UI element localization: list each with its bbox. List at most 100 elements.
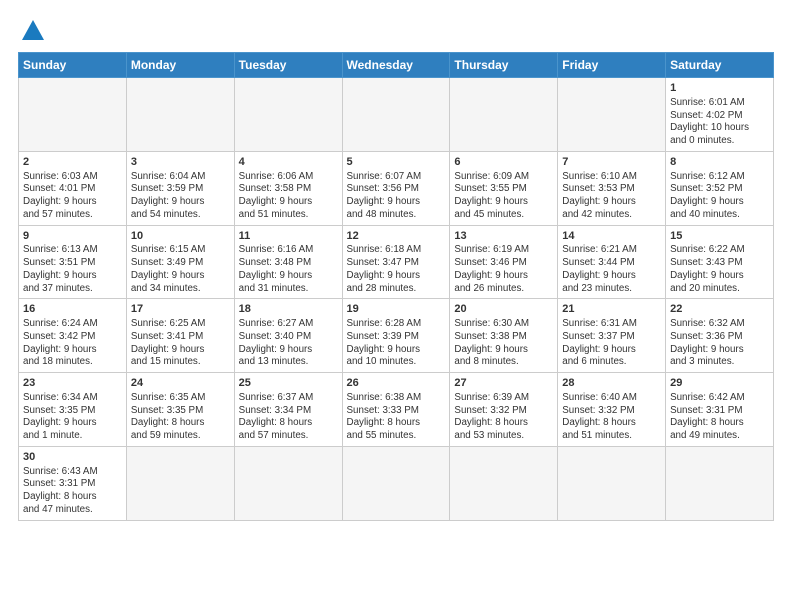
calendar-day-cell: 7Sunrise: 6:10 AM Sunset: 3:53 PM Daylig… — [558, 151, 666, 225]
calendar-day-cell: 10Sunrise: 6:15 AM Sunset: 3:49 PM Dayli… — [126, 225, 234, 299]
calendar-day-cell — [234, 78, 342, 152]
day-info: Sunrise: 6:01 AM Sunset: 4:02 PM Dayligh… — [670, 97, 769, 148]
calendar-day-cell: 6Sunrise: 6:09 AM Sunset: 3:55 PM Daylig… — [450, 151, 558, 225]
day-number: 3 — [131, 155, 230, 170]
day-info: Sunrise: 6:09 AM Sunset: 3:55 PM Dayligh… — [454, 171, 553, 222]
calendar-day-cell: 11Sunrise: 6:16 AM Sunset: 3:48 PM Dayli… — [234, 225, 342, 299]
header — [18, 18, 774, 44]
calendar-day-cell: 8Sunrise: 6:12 AM Sunset: 3:52 PM Daylig… — [666, 151, 774, 225]
calendar-day-cell: 19Sunrise: 6:28 AM Sunset: 3:39 PM Dayli… — [342, 299, 450, 373]
day-info: Sunrise: 6:38 AM Sunset: 3:33 PM Dayligh… — [347, 392, 446, 443]
day-info: Sunrise: 6:35 AM Sunset: 3:35 PM Dayligh… — [131, 392, 230, 443]
day-info: Sunrise: 6:27 AM Sunset: 3:40 PM Dayligh… — [239, 318, 338, 369]
page: SundayMondayTuesdayWednesdayThursdayFrid… — [0, 0, 792, 612]
day-info: Sunrise: 6:06 AM Sunset: 3:58 PM Dayligh… — [239, 171, 338, 222]
calendar-week-row: 23Sunrise: 6:34 AM Sunset: 3:35 PM Dayli… — [19, 373, 774, 447]
day-number: 6 — [454, 155, 553, 170]
day-number: 18 — [239, 302, 338, 317]
day-number: 4 — [239, 155, 338, 170]
day-info: Sunrise: 6:24 AM Sunset: 3:42 PM Dayligh… — [23, 318, 122, 369]
day-info: Sunrise: 6:16 AM Sunset: 3:48 PM Dayligh… — [239, 244, 338, 295]
day-info: Sunrise: 6:40 AM Sunset: 3:32 PM Dayligh… — [562, 392, 661, 443]
day-info: Sunrise: 6:10 AM Sunset: 3:53 PM Dayligh… — [562, 171, 661, 222]
day-info: Sunrise: 6:21 AM Sunset: 3:44 PM Dayligh… — [562, 244, 661, 295]
day-number: 29 — [670, 376, 769, 391]
day-number: 14 — [562, 229, 661, 244]
calendar-week-row: 1Sunrise: 6:01 AM Sunset: 4:02 PM Daylig… — [19, 78, 774, 152]
calendar-day-cell — [126, 446, 234, 520]
day-number: 1 — [670, 81, 769, 96]
calendar-week-row: 30Sunrise: 6:43 AM Sunset: 3:31 PM Dayli… — [19, 446, 774, 520]
day-number: 27 — [454, 376, 553, 391]
calendar-day-cell: 5Sunrise: 6:07 AM Sunset: 3:56 PM Daylig… — [342, 151, 450, 225]
day-number: 30 — [23, 450, 122, 465]
day-info: Sunrise: 6:18 AM Sunset: 3:47 PM Dayligh… — [347, 244, 446, 295]
day-info: Sunrise: 6:28 AM Sunset: 3:39 PM Dayligh… — [347, 318, 446, 369]
day-number: 20 — [454, 302, 553, 317]
calendar-day-cell: 2Sunrise: 6:03 AM Sunset: 4:01 PM Daylig… — [19, 151, 127, 225]
day-info: Sunrise: 6:30 AM Sunset: 3:38 PM Dayligh… — [454, 318, 553, 369]
day-info: Sunrise: 6:32 AM Sunset: 3:36 PM Dayligh… — [670, 318, 769, 369]
calendar-day-cell: 3Sunrise: 6:04 AM Sunset: 3:59 PM Daylig… — [126, 151, 234, 225]
calendar-day-cell: 17Sunrise: 6:25 AM Sunset: 3:41 PM Dayli… — [126, 299, 234, 373]
weekday-header-sunday: Sunday — [19, 53, 127, 78]
day-number: 25 — [239, 376, 338, 391]
calendar-day-cell: 16Sunrise: 6:24 AM Sunset: 3:42 PM Dayli… — [19, 299, 127, 373]
day-info: Sunrise: 6:37 AM Sunset: 3:34 PM Dayligh… — [239, 392, 338, 443]
calendar-day-cell: 15Sunrise: 6:22 AM Sunset: 3:43 PM Dayli… — [666, 225, 774, 299]
calendar: SundayMondayTuesdayWednesdayThursdayFrid… — [18, 52, 774, 521]
day-info: Sunrise: 6:03 AM Sunset: 4:01 PM Dayligh… — [23, 171, 122, 222]
logo — [18, 18, 46, 44]
calendar-week-row: 16Sunrise: 6:24 AM Sunset: 3:42 PM Dayli… — [19, 299, 774, 373]
calendar-day-cell — [342, 78, 450, 152]
day-number: 24 — [131, 376, 230, 391]
calendar-day-cell — [19, 78, 127, 152]
day-info: Sunrise: 6:25 AM Sunset: 3:41 PM Dayligh… — [131, 318, 230, 369]
weekday-header-tuesday: Tuesday — [234, 53, 342, 78]
day-info: Sunrise: 6:04 AM Sunset: 3:59 PM Dayligh… — [131, 171, 230, 222]
day-number: 2 — [23, 155, 122, 170]
day-number: 5 — [347, 155, 446, 170]
calendar-day-cell: 29Sunrise: 6:42 AM Sunset: 3:31 PM Dayli… — [666, 373, 774, 447]
day-number: 11 — [239, 229, 338, 244]
weekday-header-wednesday: Wednesday — [342, 53, 450, 78]
calendar-day-cell — [234, 446, 342, 520]
day-number: 17 — [131, 302, 230, 317]
calendar-day-cell: 9Sunrise: 6:13 AM Sunset: 3:51 PM Daylig… — [19, 225, 127, 299]
calendar-day-cell — [126, 78, 234, 152]
day-number: 23 — [23, 376, 122, 391]
day-number: 16 — [23, 302, 122, 317]
logo-icon — [20, 18, 46, 44]
day-number: 13 — [454, 229, 553, 244]
day-number: 8 — [670, 155, 769, 170]
day-info: Sunrise: 6:15 AM Sunset: 3:49 PM Dayligh… — [131, 244, 230, 295]
calendar-day-cell: 23Sunrise: 6:34 AM Sunset: 3:35 PM Dayli… — [19, 373, 127, 447]
day-number: 22 — [670, 302, 769, 317]
day-number: 12 — [347, 229, 446, 244]
calendar-day-cell — [558, 446, 666, 520]
calendar-day-cell: 27Sunrise: 6:39 AM Sunset: 3:32 PM Dayli… — [450, 373, 558, 447]
day-number: 9 — [23, 229, 122, 244]
calendar-day-cell: 28Sunrise: 6:40 AM Sunset: 3:32 PM Dayli… — [558, 373, 666, 447]
day-info: Sunrise: 6:39 AM Sunset: 3:32 PM Dayligh… — [454, 392, 553, 443]
calendar-day-cell: 1Sunrise: 6:01 AM Sunset: 4:02 PM Daylig… — [666, 78, 774, 152]
day-info: Sunrise: 6:43 AM Sunset: 3:31 PM Dayligh… — [23, 466, 122, 517]
calendar-week-row: 2Sunrise: 6:03 AM Sunset: 4:01 PM Daylig… — [19, 151, 774, 225]
calendar-day-cell — [666, 446, 774, 520]
calendar-day-cell: 13Sunrise: 6:19 AM Sunset: 3:46 PM Dayli… — [450, 225, 558, 299]
day-number: 21 — [562, 302, 661, 317]
day-info: Sunrise: 6:34 AM Sunset: 3:35 PM Dayligh… — [23, 392, 122, 443]
calendar-day-cell: 30Sunrise: 6:43 AM Sunset: 3:31 PM Dayli… — [19, 446, 127, 520]
day-number: 15 — [670, 229, 769, 244]
calendar-day-cell: 20Sunrise: 6:30 AM Sunset: 3:38 PM Dayli… — [450, 299, 558, 373]
day-number: 10 — [131, 229, 230, 244]
day-number: 19 — [347, 302, 446, 317]
day-number: 26 — [347, 376, 446, 391]
calendar-day-cell — [450, 78, 558, 152]
calendar-day-cell: 24Sunrise: 6:35 AM Sunset: 3:35 PM Dayli… — [126, 373, 234, 447]
day-info: Sunrise: 6:22 AM Sunset: 3:43 PM Dayligh… — [670, 244, 769, 295]
weekday-header-monday: Monday — [126, 53, 234, 78]
calendar-day-cell — [342, 446, 450, 520]
calendar-day-cell: 25Sunrise: 6:37 AM Sunset: 3:34 PM Dayli… — [234, 373, 342, 447]
calendar-day-cell: 18Sunrise: 6:27 AM Sunset: 3:40 PM Dayli… — [234, 299, 342, 373]
